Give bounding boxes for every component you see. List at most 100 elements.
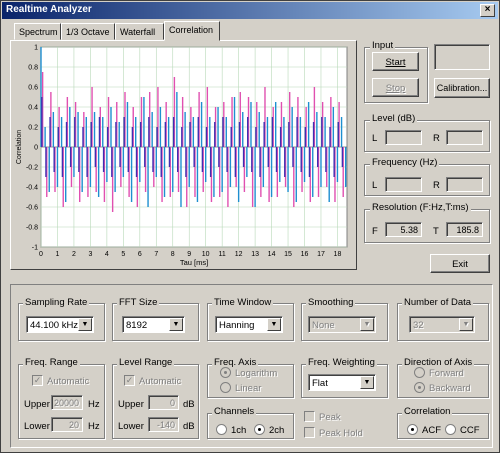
title-bar: Realtime Analyzer × [2,2,498,19]
window-title: Realtime Analyzer [6,4,92,15]
peak-hold-checkbox[interactable] [304,427,315,438]
y-tick-label: -0.2 [26,165,38,172]
freq-axis-label: Freq. Axis [212,357,259,368]
correlation-label: Correlation [402,406,453,417]
freq-range-automatic-checkbox[interactable]: ✓ [32,375,43,386]
x-tick-label: 13 [251,251,259,258]
start-button[interactable]: Start [372,52,419,71]
time-window-label: Time Window [212,297,274,308]
x-tick-label: 7 [154,251,158,258]
channels-2ch-label: 2ch [269,425,285,436]
y-tick-label: -0.4 [26,185,38,192]
smoothing-value: None [312,320,335,331]
frequency-l-label: L [372,180,378,191]
correlation-ccf-radio[interactable] [445,424,456,435]
sampling-rate-value: 44.100 kHz [30,320,79,331]
direction-forward-label: Forward [429,368,464,379]
y-tick-label: 0.8 [28,65,38,72]
freq-range-upper-input[interactable]: 20000 [51,395,83,410]
level-range-automatic-checkbox[interactable]: ✓ [124,375,135,386]
resolution-f-value: 5.38 [385,222,422,237]
x-tick-label: 2 [72,251,76,258]
exit-button[interactable]: Exit [430,254,490,273]
input-group-label: Input [370,40,396,51]
y-axis-label: Correlation [16,130,23,164]
peak-hold-label: Peak Hold [319,428,363,439]
number-of-data-label: Number of Data [402,297,474,308]
freq-axis-linear-radio[interactable] [220,382,231,393]
freq-axis-logarithm-radio[interactable] [220,367,231,378]
level-range-lower-input[interactable]: -140 [148,417,179,432]
freq-range-lower-unit: Hz [88,421,100,432]
input-display [434,44,490,70]
freq-axis-linear-label: Linear [235,383,262,394]
channels-2ch-radio[interactable] [254,424,265,435]
freq-range-upper-unit: Hz [88,399,100,410]
x-tick-label: 14 [268,251,276,258]
smoothing-label: Smoothing [306,297,356,308]
x-tick-label: 5 [121,251,125,258]
y-tick-label: 0 [34,145,38,152]
frequency-r-label: R [433,180,440,191]
chevron-down-icon[interactable]: ▼ [360,376,374,389]
y-tick-label: -1 [32,245,38,252]
resolution-t-value: 185.8 [446,222,483,237]
x-axis-label: Tau [ms] [180,258,208,267]
x-tick-label: 11 [219,251,226,258]
frequency-group-label: Frequency (Hz) [370,157,440,168]
fft-size-value: 8192 [126,320,148,331]
x-tick-label: 10 [202,251,210,258]
correlation-acf-radio[interactable] [407,424,418,435]
freq-range-automatic-label: Automatic [47,376,90,387]
direction-backward-radio[interactable] [414,382,425,393]
peak-label: Peak [319,412,341,423]
peak-checkbox[interactable] [304,411,315,422]
tab-third-octave[interactable]: 1/3 Octave [61,23,115,40]
freq-range-lower-input[interactable]: 20 [51,417,83,432]
stop-button[interactable]: Stop [372,78,419,97]
freq-weighting-select[interactable]: Flat ▼ [308,374,376,391]
freq-range-lower-label: Lower [24,421,50,432]
x-tick-label: 4 [105,251,109,258]
tab-correlation[interactable]: Correlation [164,21,220,41]
level-range-upper-label: Upper [118,399,144,410]
sampling-rate-label: Sampling Rate [23,297,90,308]
tab-spectrum[interactable]: Spectrum [14,23,61,40]
freq-range-upper-label: Upper [24,399,50,410]
level-range-label: Level Range [117,357,175,368]
freq-axis-logarithm-label: Logarithm [235,368,278,379]
direction-of-axis-label: Direction of Axis [402,357,475,368]
level-range-upper-input[interactable]: 0 [148,395,179,410]
smoothing-select[interactable]: None ▼ [308,316,376,333]
y-tick-label: -0.6 [26,205,38,212]
y-tick-label: 0.4 [28,105,38,112]
level-range-lower-label: Lower [118,421,144,432]
x-tick-label: 17 [317,251,325,258]
calibration-button[interactable]: Calibration... [434,78,490,98]
chevron-down-icon[interactable]: ▼ [78,318,92,331]
chevron-down-icon[interactable]: ▼ [360,318,374,331]
number-of-data-select[interactable]: 32 ▼ [409,316,475,333]
sampling-rate-select[interactable]: 44.100 kHz ▼ [26,316,94,333]
level-range-upper-unit: dB [183,399,195,410]
x-tick-label: 1 [56,251,60,258]
fft-size-select[interactable]: 8192 ▼ [122,316,185,333]
close-button[interactable]: × [480,4,495,17]
chevron-down-icon[interactable]: ▼ [267,318,281,331]
resolution-f-label: F [372,226,378,237]
tab-waterfall[interactable]: Waterfall [115,23,164,40]
level-l-value [385,130,422,145]
direction-backward-label: Backward [429,383,471,394]
channels-label: Channels [212,406,257,417]
direction-forward-radio[interactable] [414,367,425,378]
time-window-select[interactable]: Hanning ▼ [215,316,283,333]
freq-weighting-label: Freq. Weighting [306,357,377,368]
x-tick-label: 9 [187,251,191,258]
tab-panel: 0 1 2 3 4 5 6 7 8 9 10 11 12 13 14 15 16 17 18 1 0.8 0.6 0.4 0.… [10,40,357,270]
chevron-down-icon[interactable]: ▼ [459,318,473,331]
frequency-r-value [446,177,483,192]
chevron-down-icon[interactable]: ▼ [169,318,183,331]
x-tick-label: 18 [334,251,342,258]
channels-1ch-radio[interactable] [216,424,227,435]
x-tick-label: 12 [235,251,243,258]
